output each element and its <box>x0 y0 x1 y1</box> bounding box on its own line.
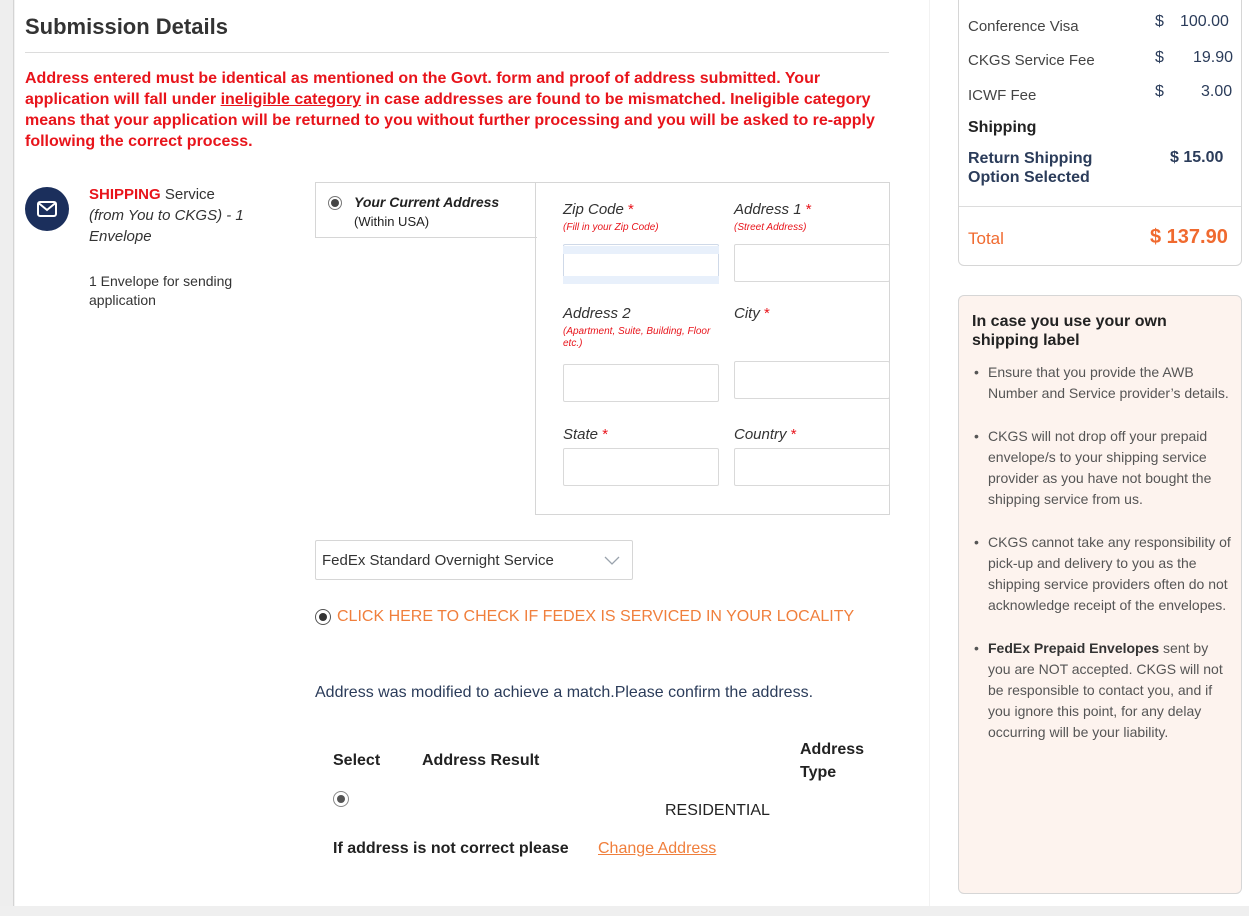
fedex-check-radio[interactable] <box>315 609 331 625</box>
shipping-service-select[interactable]: FedEx Standard Overnight Service <box>315 540 633 580</box>
total-amount: $ 137.90 <box>1150 226 1228 248</box>
page-title: Submission Details <box>25 14 228 39</box>
left-gutter <box>0 0 14 916</box>
tab-current-address[interactable]: Your Current Address (Within USA) <box>315 182 537 238</box>
tab-subtitle: (Within USA) <box>354 214 430 229</box>
city-label: City * <box>734 305 770 322</box>
return-shipping-label: Return Shipping Option Selected <box>968 150 1093 186</box>
address-result-radio[interactable] <box>333 790 349 808</box>
shipping-service-subtitle: (from You to CKGS) - 1 Envelope <box>89 207 244 245</box>
list-item: Ensure that you provide the AWB Number a… <box>972 362 1234 404</box>
state-input[interactable] <box>563 448 719 486</box>
address1-label: Address 1 * <box>734 201 812 218</box>
state-label: State * <box>563 426 609 443</box>
address-incorrect-text: If address is not correct please <box>333 840 569 857</box>
shipping-heading: Shipping <box>968 119 1037 136</box>
list-item: CKGS cannot take any responsibility of p… <box>972 532 1234 616</box>
column-address-result: Address Result <box>422 752 540 769</box>
fee-label-conference-visa: Conference Visa <box>968 18 1079 35</box>
own-label-title: In case you use your own shipping label <box>972 313 1167 349</box>
bottom-strip <box>0 906 1249 916</box>
address-modified-message: Address was modified to achieve a match.… <box>315 684 814 701</box>
shipping-service-note: 1 Envelope for sending application <box>89 273 233 308</box>
fee-currency-icwf: $ <box>1155 83 1164 100</box>
address2-input[interactable] <box>563 364 719 402</box>
address1-hint: (Street Address) <box>734 222 807 233</box>
shipping-label: SHIPPING <box>89 186 161 203</box>
selected-service: FedEx Standard Overnight Service <box>322 552 554 569</box>
list-item: FedEx Prepaid Envelopes sent by you are … <box>972 638 1234 743</box>
fee-amount-ckgs-service: 19.90 <box>1193 49 1234 66</box>
shipping-service-title: SHIPPING Service <box>89 184 215 205</box>
title-divider <box>25 52 889 53</box>
country-label: Country * <box>734 426 797 443</box>
column-address-type-line2: Type <box>800 764 837 781</box>
envelope-icon <box>25 187 69 231</box>
zip-code-hint: (Fill in your Zip Code) <box>563 222 659 233</box>
page: Submission Details Address entered must … <box>0 0 1249 916</box>
fee-label-ckgs-service: CKGS Service Fee <box>968 52 1095 69</box>
fee-currency-conference-visa: $ <box>1155 13 1164 30</box>
ineligible-category-link[interactable]: ineligible category <box>221 91 361 108</box>
address2-label: Address 2 <box>563 305 631 322</box>
fee-amount-icwf: 3.00 <box>1201 83 1233 100</box>
column-address-type-line1: Address <box>800 741 865 758</box>
zip-autofill-highlight <box>563 246 719 254</box>
fedex-check-label[interactable]: CLICK HERE TO CHECK IF FEDEX IS SERVICED… <box>337 608 854 626</box>
list-item: CKGS will not drop off your prepaid enve… <box>972 426 1234 510</box>
address-result-radio-button[interactable] <box>333 791 349 807</box>
own-label-tips: Ensure that you provide the AWB Number a… <box>972 362 1234 765</box>
tab-title: Your Current Address <box>354 194 500 210</box>
country-input[interactable] <box>734 448 890 486</box>
service-label: Service <box>160 186 215 203</box>
current-address-radio[interactable] <box>328 196 342 210</box>
summary-divider <box>959 206 1241 207</box>
address-form-top-border <box>535 182 890 183</box>
address2-hint: (Apartment, Suite, Building, Floor etc.) <box>563 326 711 349</box>
fee-label-icwf: ICWF Fee <box>968 87 1037 104</box>
zip-code-label: Zip Code * <box>563 201 634 218</box>
chevron-down-icon <box>604 553 620 567</box>
zip-autofill-highlight-bottom <box>563 276 719 284</box>
address-type-value: RESIDENTIAL <box>665 802 770 819</box>
address1-input[interactable] <box>734 244 890 282</box>
return-shipping-amount: $ 15.00 <box>1170 149 1224 166</box>
fedex-locality-check[interactable]: CLICK HERE TO CHECK IF FEDEX IS SERVICED… <box>315 608 854 626</box>
fee-amount-conference-visa: 100.00 <box>1180 13 1229 30</box>
column-select: Select <box>333 752 381 769</box>
address-warning: Address entered must be identical as men… <box>25 68 885 152</box>
city-input[interactable] <box>734 361 890 399</box>
fee-currency-ckgs-service: $ <box>1155 49 1164 66</box>
total-label: Total <box>968 229 1004 248</box>
change-address-link[interactable]: Change Address <box>598 840 716 858</box>
